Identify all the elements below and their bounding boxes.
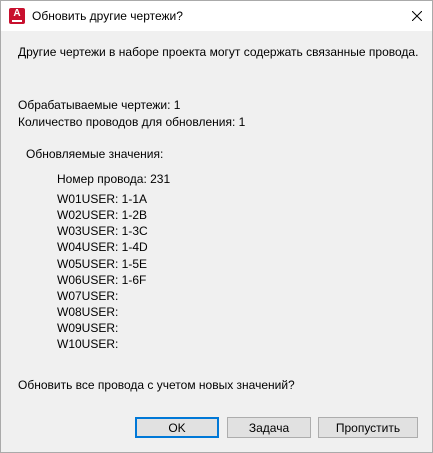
question-text: Обновить все провода с учетом новых знач… (18, 378, 295, 392)
user-value-w06: W06USER: 1-6F (57, 273, 147, 287)
user-value-w04: W04USER: 1-4D (57, 240, 148, 254)
ok-button[interactable]: OK (135, 417, 219, 438)
autocad-electrical-icon: A (9, 8, 25, 24)
close-button[interactable] (402, 1, 432, 31)
user-value-w05: W05USER: 1-5E (57, 257, 148, 271)
user-value-w07: W07USER: (57, 289, 119, 303)
user-value-w08: W08USER: (57, 305, 119, 319)
app-icon-letter: A (13, 8, 21, 19)
title-bar: A Обновить другие чертежи? (1, 1, 432, 31)
dialog-content: Другие чертежи в наборе проекта могут со… (1, 31, 432, 452)
wire-number-text: Номер провода: 231 (57, 172, 171, 186)
skip-button[interactable]: Пропустить (318, 417, 418, 438)
user-value-w02: W02USER: 1-2B (57, 208, 148, 222)
wire-count-text: Количество проводов для обновления: 1 (18, 115, 246, 129)
user-value-w10: W10USER: (57, 337, 119, 351)
user-value-w01: W01USER: 1-1A (57, 192, 148, 206)
user-value-w09: W09USER: (57, 321, 119, 335)
user-value-w03: W03USER: 1-3C (57, 224, 148, 238)
processed-drawings-text: Обрабатываемые чертежи: 1 (18, 98, 181, 112)
task-button[interactable]: Задача (227, 417, 311, 438)
close-icon (412, 11, 422, 21)
intro-text: Другие чертежи в наборе проекта могут со… (18, 45, 419, 59)
dialog-window: A Обновить другие чертежи? Другие чертеж… (0, 0, 433, 453)
app-icon-underline (12, 20, 22, 22)
window-title: Обновить другие чертежи? (32, 9, 183, 23)
updated-values-label: Обновляемые значения: (26, 147, 164, 161)
